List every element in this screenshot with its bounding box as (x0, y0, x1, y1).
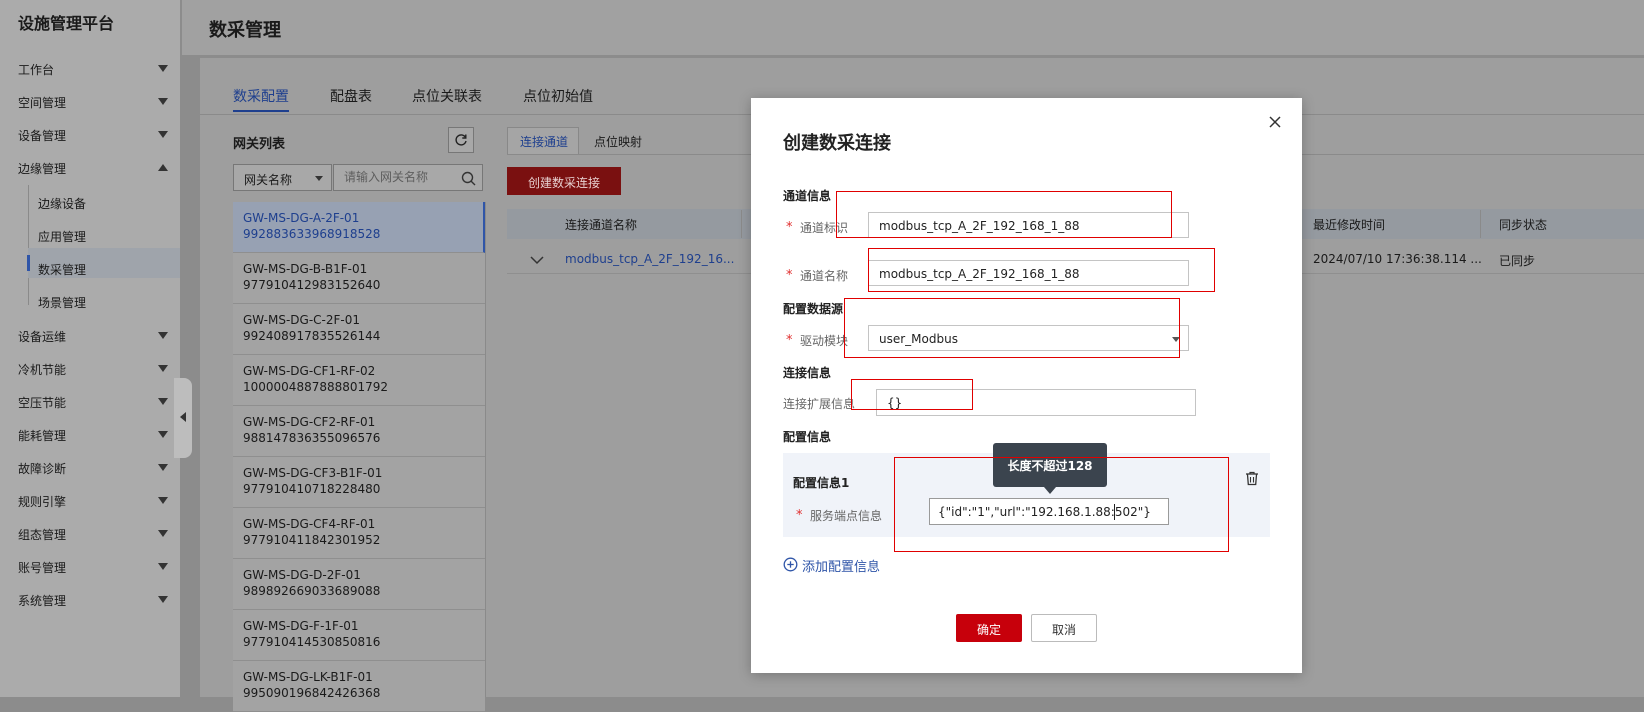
driver-module-label: 驱动模块 (800, 334, 849, 348)
row-modified-time: 2024/07/10 17:36:38.114 ... (1313, 252, 1482, 266)
highlight-box (844, 298, 1180, 358)
connection-ext-label: 连接扩展信息 (783, 397, 856, 411)
highlight-box (894, 457, 1229, 552)
submenu-active-indicator (27, 255, 30, 271)
tab-point-relation[interactable]: 点位关联表 (412, 86, 482, 106)
menu-item-energy[interactable]: 能耗管理 (18, 425, 168, 445)
highlight-box (836, 191, 1172, 238)
plus-circle-icon (783, 557, 798, 572)
row-channel-name[interactable]: modbus_tcp_A_2F_192_16... (565, 252, 734, 266)
submenu-item-data-collection[interactable]: 数采管理 (38, 261, 86, 278)
chevron-down-icon (158, 464, 168, 471)
tab-data-config[interactable]: 数采配置 (233, 86, 289, 106)
close-icon[interactable] (1268, 115, 1282, 129)
gateway-search[interactable] (333, 164, 483, 191)
chevron-down-icon (158, 431, 168, 438)
menu-item-space[interactable]: 空间管理 (18, 92, 168, 112)
menu-item-ops[interactable]: 设备运维 (18, 326, 168, 346)
gateway-list-title: 网关列表 (233, 137, 286, 152)
menu-item-air-compressor[interactable]: 空压节能 (18, 392, 168, 412)
tab-point-initial[interactable]: 点位初始值 (523, 86, 593, 106)
gateway-list-item[interactable]: GW-MS-DG-A-2F-01 992883633968918528 (233, 202, 485, 253)
gateway-list-item[interactable]: GW-MS-DG-LK-B1F-01 995090196842426368 (233, 661, 485, 712)
gateway-list: GW-MS-DG-A-2F-01 992883633968918528 GW-MS… (233, 202, 486, 712)
channel-name-label: 通道名称 (800, 269, 849, 283)
create-connection-modal (751, 98, 1302, 673)
subtab-connection-channel[interactable]: 连接通道 (520, 133, 568, 150)
config-item-title: 配置信息1 (793, 476, 850, 490)
section-channel-info: 通道信息 (783, 189, 832, 203)
gateway-list-item[interactable]: GW-MS-DG-CF3-B1F-01 977910410718228480 (233, 457, 485, 508)
gateway-list-item[interactable]: GW-MS-DG-D-2F-01 989892669033689088 (233, 559, 485, 610)
menu-item-edge[interactable]: 边缘管理 (18, 158, 168, 178)
gateway-list-item[interactable]: GW-MS-DG-F-1F-01 977910414530850816 (233, 610, 485, 661)
submenu-item-scene[interactable]: 场景管理 (38, 294, 86, 311)
required-mark: * (786, 220, 793, 235)
chevron-down-icon (158, 332, 168, 339)
column-header-modified: 最近修改时间 (1313, 218, 1386, 232)
submenu-item-edge-device[interactable]: 边缘设备 (38, 195, 86, 212)
gateway-list-item[interactable]: GW-MS-DG-B-B1F-01 977910412983152640 (233, 253, 485, 304)
chevron-left-icon (180, 412, 186, 422)
chevron-down-icon (158, 398, 168, 405)
column-separator (1480, 210, 1481, 238)
column-header-name: 连接通道名称 (565, 218, 638, 232)
chevron-down-icon (315, 176, 323, 181)
submenu-item-app[interactable]: 应用管理 (38, 228, 86, 245)
submenu-guide-line (28, 185, 29, 305)
menu-item-fault[interactable]: 故障诊断 (18, 458, 168, 478)
menu-item-workbench[interactable]: 工作台 (18, 59, 168, 79)
required-mark: * (796, 508, 803, 523)
tab-active-underline (233, 110, 289, 112)
gateway-list-item[interactable]: GW-MS-DG-C-2F-01 992408917835526144 (233, 304, 485, 355)
modal-title: 创建数采连接 (783, 133, 891, 154)
search-icon[interactable] (461, 171, 476, 186)
chevron-up-icon (158, 164, 168, 171)
column-separator (741, 210, 742, 238)
gateway-list-item[interactable]: GW-MS-DG-CF4-RF-01 977910411842301952 (233, 508, 485, 559)
refresh-icon (455, 134, 467, 146)
chevron-down-icon (158, 365, 168, 372)
tab-panel-table[interactable]: 配盘表 (330, 86, 372, 106)
header-bar (182, 0, 1644, 55)
menu-item-system[interactable]: 系统管理 (18, 590, 168, 610)
expand-row-icon[interactable] (530, 255, 544, 265)
sidebar-collapse-toggle[interactable] (174, 378, 192, 458)
menu-item-account[interactable]: 账号管理 (18, 557, 168, 577)
trash-icon[interactable] (1245, 471, 1259, 486)
row-sync-status: 已同步 (1499, 254, 1536, 268)
create-connection-button[interactable]: 创建数采连接 (507, 167, 621, 195)
chevron-down-icon (158, 563, 168, 570)
chevron-down-icon (158, 131, 168, 138)
chevron-down-icon (158, 98, 168, 105)
required-mark: * (786, 268, 793, 283)
brand-title: 设施管理平台 (18, 14, 115, 33)
menu-item-device[interactable]: 设备管理 (18, 125, 168, 145)
confirm-button[interactable]: 确定 (956, 614, 1022, 642)
required-mark: * (786, 333, 793, 348)
highlight-box (868, 248, 1215, 292)
menu-item-rules[interactable]: 规则引擎 (18, 491, 168, 511)
cancel-button[interactable]: 取消 (1031, 614, 1097, 642)
section-config-info: 配置信息 (783, 430, 832, 444)
page-title: 数采管理 (209, 20, 281, 41)
menu-item-config[interactable]: 组态管理 (18, 524, 168, 544)
gateway-list-item[interactable]: GW-MS-DG-CF2-RF-01 988147836355096576 (233, 406, 485, 457)
section-data-source: 配置数据源 (783, 302, 844, 316)
menu-item-chiller[interactable]: 冷机节能 (18, 359, 168, 379)
endpoint-label: 服务端点信息 (810, 509, 883, 523)
section-connection-info: 连接信息 (783, 366, 832, 380)
refresh-button[interactable] (448, 127, 474, 153)
gateway-search-input[interactable] (342, 169, 456, 185)
gateway-list-item[interactable]: GW-MS-DG-CF1-RF-02 1000004887888801792 (233, 355, 485, 406)
chevron-down-icon (158, 596, 168, 603)
chevron-down-icon (158, 530, 168, 537)
subtab-point-mapping[interactable]: 点位映射 (594, 133, 642, 150)
column-header-sync: 同步状态 (1499, 218, 1548, 232)
chevron-down-icon (158, 65, 168, 72)
highlight-box (851, 379, 973, 410)
gateway-filter-select[interactable]: 网关名称 (233, 164, 332, 191)
chevron-down-icon (158, 497, 168, 504)
